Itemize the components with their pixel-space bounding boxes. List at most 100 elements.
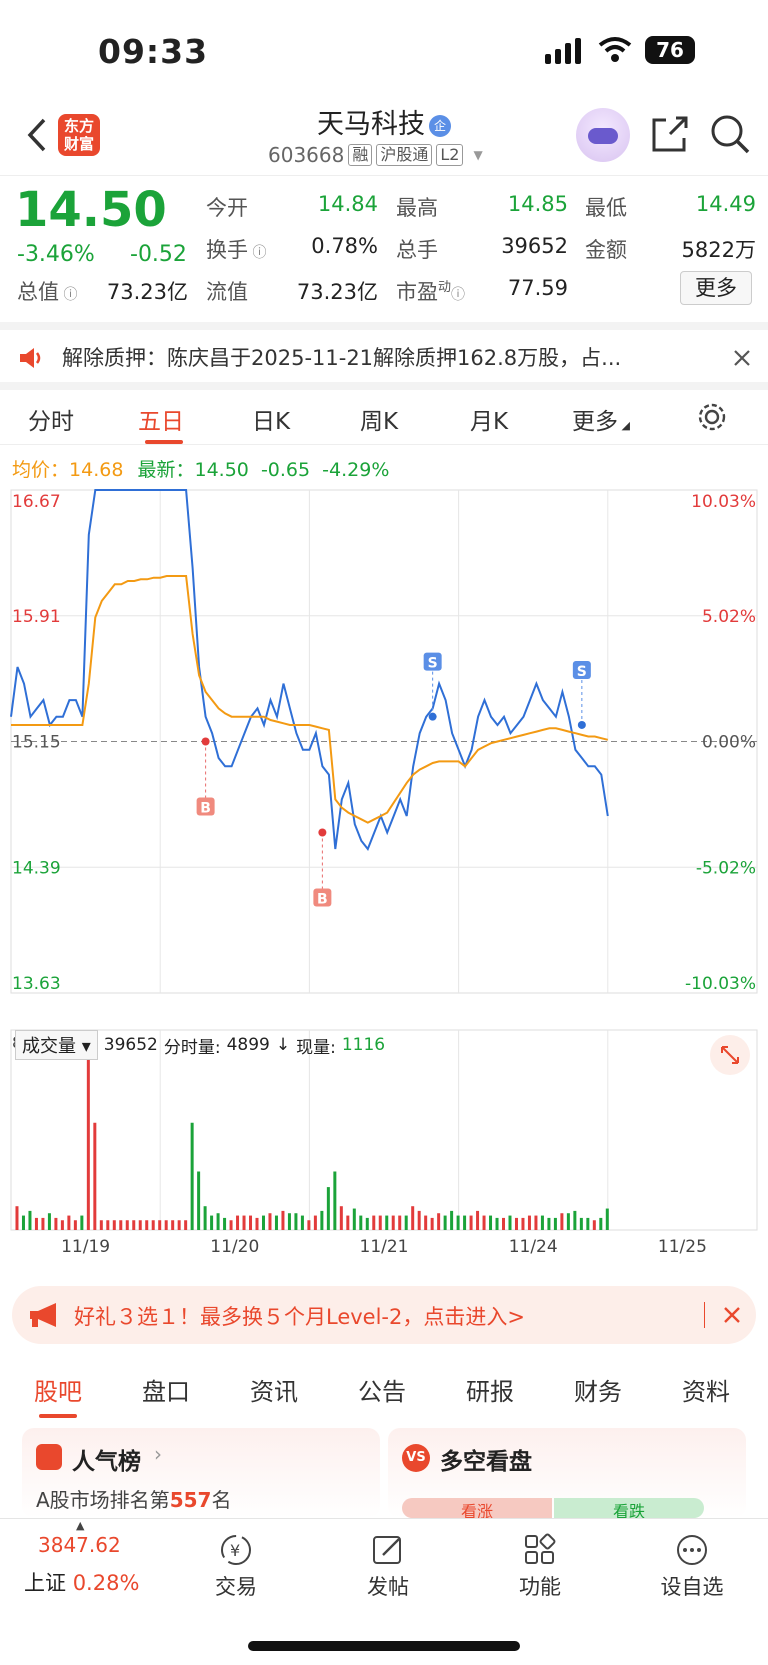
y-tick-label: 16.67 — [12, 492, 61, 512]
turnover-label: 换手 ⓘ — [206, 238, 267, 262]
y-tick-label: 15.91 — [12, 607, 61, 627]
volume-bar — [417, 1210, 421, 1230]
tab-financials[interactable]: 财务 — [574, 1372, 622, 1407]
y-tick-label: 14.39 — [12, 858, 61, 878]
low-value: 14.49 — [695, 192, 756, 216]
gear-icon[interactable] — [697, 402, 727, 432]
volume-bar — [437, 1213, 441, 1230]
assistant-avatar[interactable] — [576, 108, 630, 162]
index-value[interactable]: 3847.62 — [38, 1533, 121, 1557]
volume-bar — [281, 1210, 285, 1230]
tab-weekly-k[interactable]: 周K — [360, 402, 398, 436]
home-indicator — [248, 1641, 520, 1651]
volume-bar — [391, 1215, 395, 1230]
close-icon[interactable] — [732, 348, 752, 368]
volume-bar — [203, 1206, 207, 1230]
volume-bar — [573, 1210, 577, 1230]
volume-bar — [385, 1215, 389, 1230]
bull-bear-title: 多空看盘 — [440, 1449, 532, 1475]
volume-bar — [274, 1215, 278, 1230]
tab-forum[interactable]: 股吧 — [34, 1372, 82, 1407]
edit-icon — [373, 1536, 401, 1564]
volume-bar — [378, 1215, 382, 1230]
volume-bar — [540, 1215, 544, 1230]
notice-text: 解除质押：陈庆昌于2025-11-21解除质押162.8万股，占... — [62, 346, 622, 370]
nav-trade[interactable]: ¥ 交易 — [186, 1533, 286, 1601]
pe-label: 市盈动ⓘ — [396, 280, 466, 304]
bullish-button[interactable]: 看涨 — [402, 1498, 552, 1518]
tab-five-day[interactable]: 五日 — [138, 402, 184, 436]
tab-research[interactable]: 研报 — [466, 1372, 514, 1407]
more-button[interactable]: 更多 — [680, 271, 752, 305]
volume-bar — [268, 1213, 272, 1230]
volume-bar — [60, 1220, 64, 1230]
volume-bar — [67, 1215, 71, 1230]
tab-daily-k[interactable]: 日K — [252, 402, 290, 436]
price-chart[interactable]: 16.67 10.03% 15.91 5.02% 15.15 0.00% 14.39 -5.0… — [0, 480, 768, 1280]
tab-more[interactable]: 更多 ◢ — [572, 402, 630, 436]
tab-orderbook[interactable]: 盘口 — [142, 1372, 190, 1407]
volume-bar — [534, 1215, 538, 1230]
volume-bar — [450, 1210, 454, 1230]
promo-banner[interactable]: 好礼３选１！最多换５个月Level-2，点击进入> — [12, 1286, 756, 1344]
bearish-button[interactable]: 看跌 — [554, 1498, 704, 1518]
share-icon[interactable] — [648, 112, 692, 156]
amount-label: 金额 — [585, 238, 627, 262]
volume-bar — [190, 1122, 194, 1230]
tag-hk-connect: 沪股通 — [376, 144, 433, 166]
tab-announcements[interactable]: 公告 — [358, 1372, 406, 1407]
tab-monthly-k[interactable]: 月K — [470, 402, 508, 436]
volume-bar — [411, 1206, 415, 1230]
float-cap-label: 流值 — [206, 280, 248, 304]
stock-code-line: 603668 融 沪股通 L2 ▼ — [268, 143, 483, 167]
volume-bar — [599, 1217, 603, 1230]
dropdown-icon: ▼ — [473, 148, 483, 162]
nav-add-watchlist[interactable]: 设自选 — [642, 1533, 742, 1601]
open-value: 14.84 — [317, 192, 378, 216]
volume-bar — [456, 1215, 460, 1230]
volume-bar — [502, 1217, 506, 1230]
bull-bear-card[interactable]: VS 多空看盘 看涨 看跌 — [388, 1428, 746, 1518]
nav-post[interactable]: 发帖 — [338, 1533, 438, 1601]
volume-bar — [125, 1220, 129, 1230]
grid-icon — [525, 1533, 556, 1564]
volume-bar — [249, 1215, 253, 1230]
volume-bar — [80, 1215, 84, 1230]
tab-indicator — [145, 440, 183, 444]
tab-profile[interactable]: 资料 — [682, 1372, 730, 1407]
y-tick-label-pct: 5.02% — [702, 607, 756, 627]
volume-bar — [463, 1215, 467, 1230]
nav-functions[interactable]: 功能 — [490, 1533, 590, 1601]
more-dots-icon — [677, 1535, 707, 1565]
volume-bar — [216, 1213, 220, 1230]
volume-bar — [482, 1215, 486, 1230]
volume-bar — [132, 1220, 136, 1230]
volume-bar — [352, 1208, 356, 1230]
close-icon[interactable] — [722, 1305, 742, 1325]
volume-selector[interactable]: 成交量 ▾ — [15, 1030, 98, 1060]
volume-total: 39652 — [103, 1035, 158, 1055]
volume-bar — [605, 1208, 609, 1230]
volume-bars — [15, 1035, 609, 1230]
vs-icon: VS — [402, 1444, 430, 1472]
volume-bar — [294, 1213, 298, 1230]
search-icon[interactable] — [708, 112, 752, 156]
volume-bar — [579, 1217, 583, 1230]
high-label: 最高 — [396, 196, 438, 220]
volume-bar — [333, 1171, 337, 1230]
sell-marker-label: S — [428, 656, 438, 672]
status-bar: 09:33 76 — [0, 0, 768, 100]
index-info[interactable]: 上证 0.28% — [24, 1567, 139, 1597]
popularity-card[interactable]: 人气榜 › A股市场排名第557名 — [22, 1428, 380, 1518]
notice-bar[interactable]: 解除质押：陈庆昌于2025-11-21解除质押162.8万股，占... — [0, 322, 768, 382]
tab-intraday[interactable]: 分时 — [28, 402, 74, 436]
tab-news[interactable]: 资讯 — [250, 1372, 298, 1407]
wifi-icon — [598, 37, 632, 62]
volume-bar — [553, 1217, 557, 1230]
volume-bar — [300, 1215, 304, 1230]
volume-bar — [346, 1215, 350, 1230]
quote-panel: 14.50 -3.46% -0.52 今开 14.84 最高 14.85 最低 … — [0, 175, 768, 320]
volume-bar — [443, 1215, 447, 1230]
volume-bar — [365, 1217, 369, 1230]
volume-bar — [119, 1220, 123, 1230]
